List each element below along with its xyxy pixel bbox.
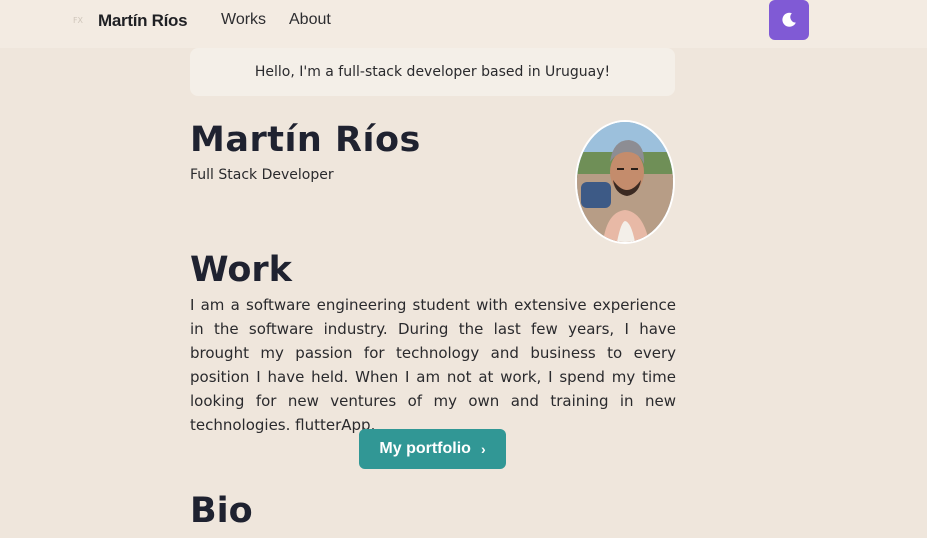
top-navbar: FX Martín Ríos Works About <box>0 0 927 48</box>
avatar <box>575 120 675 244</box>
work-heading: Work <box>190 250 292 290</box>
portfolio-button-label: My portfolio <box>379 440 471 457</box>
chevron-right-icon: › <box>480 441 486 457</box>
brand-name: Martín Ríos <box>98 11 188 30</box>
work-paragraph: I am a software engineering student with… <box>190 296 676 434</box>
nav-link-about[interactable]: About <box>289 11 331 29</box>
moon-icon <box>782 12 796 27</box>
nav-link-works[interactable]: Works <box>221 11 266 29</box>
brand-link[interactable]: FX Martín Ríos <box>70 9 188 33</box>
bio-heading: Bio <box>190 491 253 531</box>
page-title: Martín Ríos <box>190 120 421 160</box>
profile-photo <box>577 122 673 242</box>
logo-icon: FX <box>72 16 84 25</box>
role-subtitle: Full Stack Developer <box>190 167 334 183</box>
theme-toggle-button[interactable] <box>769 0 809 40</box>
greeting-banner: Hello, I'm a full-stack developer based … <box>190 48 675 96</box>
my-portfolio-button[interactable]: My portfolio › <box>359 429 506 469</box>
